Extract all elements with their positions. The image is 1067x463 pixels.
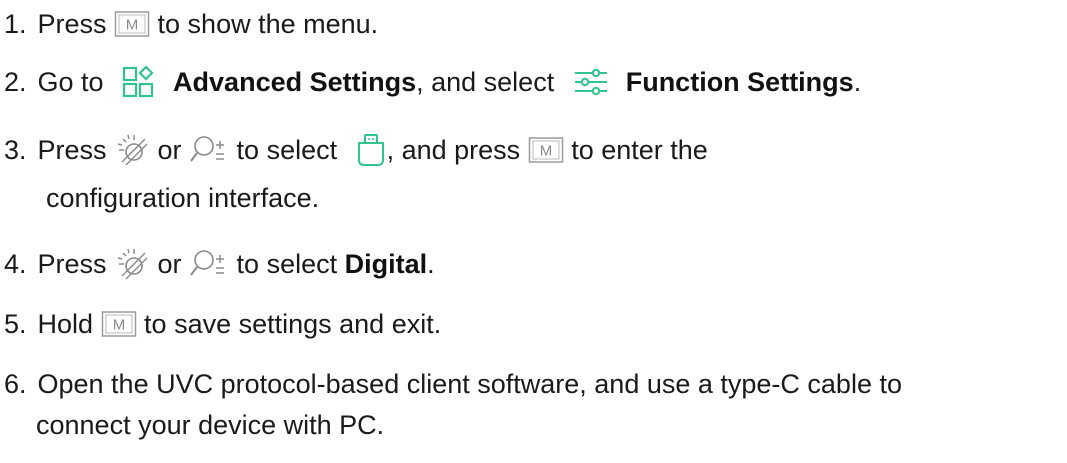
step-text: Press	[30, 8, 115, 39]
function-settings-icon	[572, 67, 610, 97]
step-number: 6.	[4, 368, 27, 399]
step-text: Press	[30, 134, 115, 165]
step-text: , and press	[386, 134, 528, 165]
step-text: to select	[229, 134, 345, 165]
step-number: 1.	[4, 8, 27, 39]
step-text: .	[427, 248, 435, 279]
brightness-icon	[114, 132, 150, 168]
step-4: 4. Press or to select Digital .	[4, 244, 435, 284]
step-text: connect your device with PC.	[36, 409, 385, 440]
step-6-continued: connect your device with PC.	[36, 405, 384, 445]
step-text: configuration interface.	[46, 182, 320, 213]
step-6: 6. Open the UVC protocol-based client so…	[4, 364, 902, 404]
digital-option-label: Digital	[344, 248, 428, 279]
step-number: 4.	[4, 248, 27, 279]
advanced-settings-icon	[121, 65, 157, 99]
step-text: Open the UVC protocol-based client softw…	[30, 368, 902, 399]
advanced-settings-label: Advanced Settings	[173, 66, 417, 97]
zoom-icon	[189, 248, 229, 280]
step-3: 3. Press or to select , and press M to e…	[4, 130, 708, 170]
step-text: .	[853, 66, 862, 97]
menu-button-icon: M	[528, 136, 564, 164]
step-1: 1. Press M to show the menu.	[4, 4, 378, 44]
step-number: 2.	[4, 66, 27, 97]
step-3-continued: configuration interface.	[46, 178, 319, 218]
step-text: Go to	[30, 66, 112, 97]
svg-text:M: M	[539, 143, 552, 160]
step-text: or	[150, 248, 190, 279]
function-settings-label: Function Settings	[625, 66, 854, 97]
zoom-icon	[189, 134, 229, 166]
menu-button-icon: M	[114, 10, 150, 38]
step-text: to show the menu.	[150, 8, 379, 39]
step-text: Press	[30, 248, 115, 279]
step-2: 2. Go to Advanced Settings , and select …	[4, 62, 861, 102]
step-text: or	[150, 134, 190, 165]
brightness-icon	[114, 246, 150, 282]
usb-mode-icon	[355, 132, 387, 168]
step-text: to select	[229, 248, 345, 279]
step-text: , and select	[416, 66, 562, 97]
step-number: 5.	[4, 308, 27, 339]
svg-text:M: M	[112, 317, 125, 334]
step-text: to enter the	[563, 134, 708, 165]
step-number: 3.	[4, 134, 27, 165]
menu-button-icon: M	[101, 310, 137, 338]
step-text: to save settings and exit.	[136, 308, 442, 339]
svg-text:M: M	[126, 17, 139, 34]
step-text: Hold	[30, 308, 101, 339]
step-5: 5. Hold M to save settings and exit.	[4, 304, 441, 344]
